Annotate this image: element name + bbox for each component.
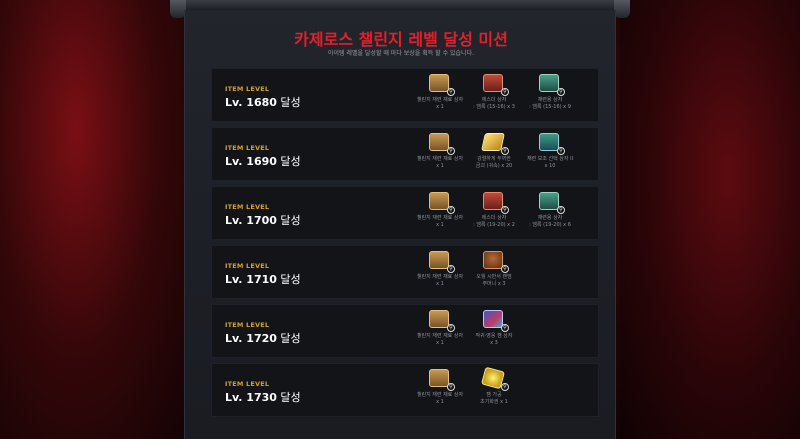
chest-gold-icon bbox=[429, 369, 449, 387]
magnifier-icon[interactable]: ⚲ bbox=[557, 147, 565, 155]
magnifier-icon[interactable]: ⚲ bbox=[501, 88, 509, 96]
reward-item[interactable]: ⚲ 에스더 상자 : 엠록 (19-20) x 2 bbox=[466, 192, 522, 229]
page-title: 카제로스 챌린지 레벨 달성 미션 bbox=[294, 30, 508, 49]
level-label: Lv. 1730 달성 bbox=[225, 391, 301, 404]
page-subtitle: 아이템 레벨을 달성할 때 마다 보상을 획득 할 수 있습니다. bbox=[327, 50, 475, 57]
magnifier-icon[interactable]: ⚲ bbox=[501, 206, 509, 214]
magnifier-icon[interactable]: ⚲ bbox=[447, 88, 455, 96]
chest-gold-icon bbox=[429, 192, 449, 210]
reward-item[interactable]: ⚲ 챌린지 재련 재료 상자 x 1 bbox=[412, 74, 468, 111]
chest-red-icon bbox=[483, 74, 503, 92]
item-level-tag: ITEM LEVEL bbox=[225, 321, 270, 329]
mission-row-1700: ITEM LEVEL Lv. 1700 달성 ⚲ 챌린지 재련 재료 상자 x … bbox=[211, 186, 599, 240]
mission-row-1710: ITEM LEVEL Lv. 1710 달성 ⚲ 챌린지 재련 재료 상자 x … bbox=[211, 245, 599, 299]
magnifier-icon[interactable]: ⚲ bbox=[501, 147, 509, 155]
scroll-cap-right bbox=[614, 0, 630, 18]
chest-green-blue-icon bbox=[539, 133, 559, 151]
reward-item[interactable]: ⚲ 재련용 상자 : 엠록 (15-16) x 9 bbox=[522, 74, 578, 111]
reward-item[interactable]: ⚲ 챌린지 재련 재료 상자 x 1 bbox=[412, 369, 468, 406]
magnifier-icon[interactable]: ⚲ bbox=[447, 206, 455, 214]
level-label: Lv. 1680 달성 bbox=[225, 96, 301, 109]
reward-item[interactable]: ⚲ 챌린지 재련 재료 상자 x 1 bbox=[412, 310, 468, 347]
background-left bbox=[0, 0, 190, 439]
magnifier-icon[interactable]: ⚲ bbox=[557, 206, 565, 214]
magnifier-icon[interactable]: ⚲ bbox=[501, 324, 509, 332]
level-label: Lv. 1720 달성 bbox=[225, 332, 301, 345]
chest-gold-icon bbox=[429, 133, 449, 151]
mission-row-1690: ITEM LEVEL Lv. 1690 달성 ⚲ 챌린지 재련 재료 상자 x … bbox=[211, 127, 599, 181]
magnifier-icon[interactable]: ⚲ bbox=[447, 265, 455, 273]
mission-panel: 카제로스 챌린지 레벨 달성 미션 아이템 레벨을 달성할 때 마다 보상을 획… bbox=[184, 10, 616, 439]
item-level-tag: ITEM LEVEL bbox=[225, 203, 270, 211]
reward-item[interactable]: ⚲ 에스더 상자 : 엠록 (15-16) x 3 bbox=[466, 74, 522, 111]
magnifier-icon[interactable]: ⚲ bbox=[557, 88, 565, 96]
reward-item[interactable]: ⚲ 강렬하게 두꺼한 금괴 (귀속) x 20 bbox=[466, 133, 522, 170]
magnifier-icon[interactable]: ⚲ bbox=[447, 324, 455, 332]
reward-item[interactable]: ⚲ 오월 시반서 랜덤 주머니 x 3 bbox=[466, 251, 522, 288]
reward-item[interactable]: ⚲ 작귀·영웅 젬 상자 x 3 bbox=[466, 310, 522, 347]
reward-item[interactable]: ⚲ 젬 가공 초기화권 x 1 bbox=[466, 366, 522, 406]
reward-item[interactable]: ⚲ 챌린지 재련 재료 상자 x 1 bbox=[412, 251, 468, 288]
reward-item[interactable]: ⚲ 챌린지 재련 재료 상자 x 1 bbox=[412, 192, 468, 229]
magnifier-icon[interactable]: ⚲ bbox=[501, 383, 509, 391]
mission-row-1720: ITEM LEVEL Lv. 1720 달성 ⚲ 챌린지 재련 재료 상자 x … bbox=[211, 304, 599, 358]
magnifier-icon[interactable]: ⚲ bbox=[447, 383, 455, 391]
pouch-icon bbox=[483, 251, 503, 269]
mission-row-1680: ITEM LEVEL Lv. 1680 달성 ⚲ 챌린지 재련 재료 상자 x … bbox=[211, 68, 599, 122]
level-label: Lv. 1700 달성 bbox=[225, 214, 301, 227]
reward-item[interactable]: ⚲ 재련 보조 선택 상자 II x 10 bbox=[522, 133, 578, 170]
reward-item[interactable]: ⚲ 챌린지 재련 재료 상자 x 1 bbox=[412, 133, 468, 170]
chest-gold-icon bbox=[429, 310, 449, 328]
chest-green-icon bbox=[539, 74, 559, 92]
level-label: Lv. 1690 달성 bbox=[225, 155, 301, 168]
item-level-tag: ITEM LEVEL bbox=[225, 380, 270, 388]
chest-red-icon bbox=[483, 192, 503, 210]
item-level-tag: ITEM LEVEL bbox=[225, 144, 270, 152]
chest-green-icon bbox=[539, 192, 559, 210]
level-label: Lv. 1710 달성 bbox=[225, 273, 301, 286]
magnifier-icon[interactable]: ⚲ bbox=[447, 147, 455, 155]
chest-gold-icon bbox=[429, 251, 449, 269]
mission-row-1730: ITEM LEVEL Lv. 1730 달성 ⚲ 챌린지 재련 재료 상자 x … bbox=[211, 363, 599, 417]
chest-gold-icon bbox=[429, 74, 449, 92]
magnifier-icon[interactable]: ⚲ bbox=[501, 265, 509, 273]
item-level-tag: ITEM LEVEL bbox=[225, 262, 270, 270]
item-level-tag: ITEM LEVEL bbox=[225, 85, 270, 93]
background-right bbox=[620, 0, 800, 439]
reward-item[interactable]: ⚲ 재련용 상자 : 엠록 (19-20) x 6 bbox=[522, 192, 578, 229]
gem-box-icon bbox=[483, 310, 503, 328]
